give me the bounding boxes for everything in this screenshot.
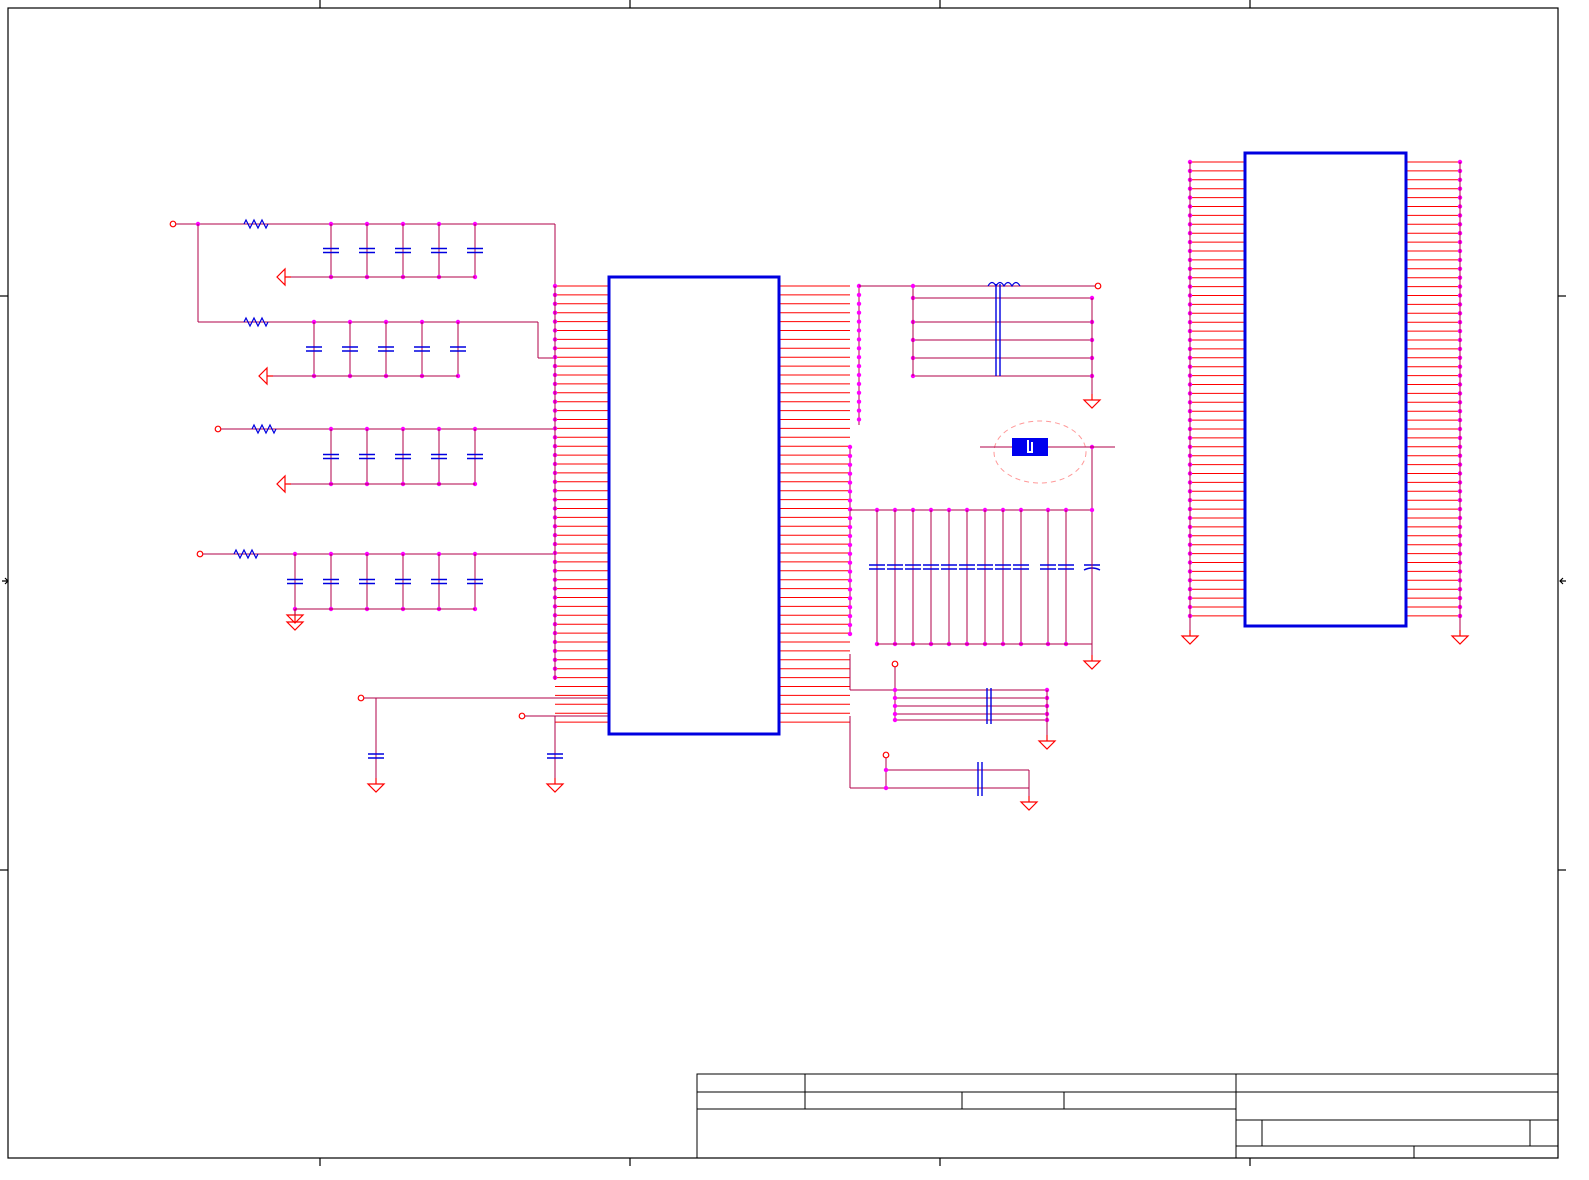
resistor (243, 218, 269, 230)
junction-dot (847, 587, 853, 592)
schematic-drawing (169, 159, 1470, 811)
junction-dot (856, 355, 862, 360)
junction-dot (856, 390, 862, 395)
net-terminal (169, 220, 177, 228)
inductor (987, 281, 1021, 288)
resistor (243, 316, 269, 328)
junction-dot (856, 319, 862, 324)
junction-dot (892, 703, 898, 709)
net-terminal (357, 694, 365, 702)
junction-dot (883, 785, 889, 791)
ground-symbol (1180, 630, 1200, 645)
junction-dot (847, 507, 853, 512)
junction-dot (847, 631, 853, 637)
junction-dot (847, 605, 853, 610)
net-terminal (882, 751, 890, 759)
junction-dot (847, 569, 853, 574)
crystal (980, 420, 1115, 484)
junction-dot (847, 524, 853, 530)
junction-dot (856, 301, 862, 306)
junction-dot (892, 711, 898, 717)
junction-dot (847, 596, 853, 601)
junction-dot (892, 687, 898, 693)
junction-dot (847, 613, 853, 619)
junction-dot (847, 560, 853, 565)
junction-dot (856, 310, 862, 315)
junction-dot (856, 372, 862, 378)
ground-symbol (1082, 394, 1102, 409)
ground-symbol (258, 366, 273, 386)
junction-dot (856, 399, 862, 404)
net-terminal (1094, 282, 1102, 290)
junction-dot (847, 578, 853, 583)
ground-symbol (1019, 796, 1039, 811)
junction-dot (856, 417, 862, 422)
junction-dot (856, 408, 862, 413)
junction-dot (856, 328, 862, 333)
connector-body (1243, 151, 1408, 628)
junction-dot (847, 533, 853, 539)
ground-symbol (1082, 655, 1102, 670)
junction-dot (847, 480, 853, 485)
junction-dot (847, 462, 853, 467)
junction-dot (847, 498, 853, 503)
junction-dot (847, 622, 853, 628)
title-block (696, 1073, 1559, 1159)
junction-dot (856, 381, 862, 387)
net-terminal (214, 425, 222, 433)
junction-dot (892, 695, 898, 701)
net-terminal (891, 660, 899, 668)
ground-symbol (276, 267, 291, 287)
junction-dot (847, 471, 853, 476)
main-ic-body (607, 275, 781, 736)
ground-symbol (545, 778, 565, 793)
junction-dot (847, 444, 853, 450)
ground-symbol (366, 778, 386, 793)
junction-dot (856, 292, 862, 298)
resistor (251, 423, 277, 435)
resistor (233, 548, 259, 560)
junction-dot (883, 767, 889, 773)
junction-dot (847, 489, 853, 494)
junction-dot (892, 717, 898, 723)
junction-dot (847, 542, 853, 548)
ground-symbol (1450, 630, 1470, 645)
junction-dot (856, 363, 862, 369)
junction-dot (856, 346, 862, 351)
junction-dot (1089, 507, 1095, 513)
ground-symbol (276, 474, 291, 494)
schematic-sheet (0, 0, 1566, 1166)
net-terminal (196, 550, 204, 558)
junction-dot (847, 516, 853, 521)
sheet-frame (0, 0, 1566, 1166)
capacitor (977, 762, 983, 796)
junction-dot (910, 283, 916, 289)
ground-symbol (1037, 735, 1057, 750)
junction-dot (847, 453, 853, 459)
junction-dot (847, 551, 853, 556)
junction-dot (856, 337, 862, 342)
net-terminal (518, 712, 526, 720)
